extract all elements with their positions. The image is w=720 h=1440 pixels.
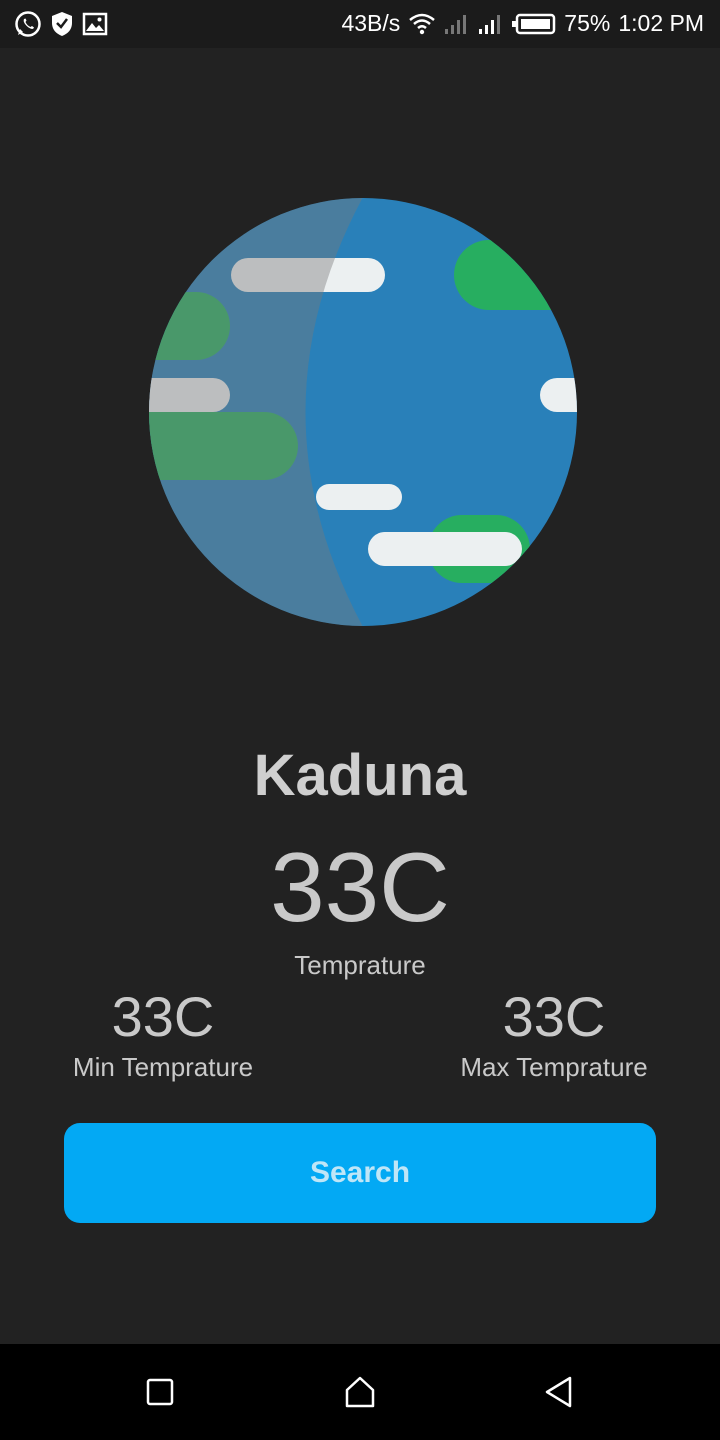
globe-illustration [148,197,578,627]
back-icon[interactable] [538,1372,578,1412]
max-temperature-value: 33C [502,985,606,1048]
signal-icon-2 [478,12,504,36]
battery-icon [512,13,556,35]
min-temperature-block: 33C Min Temprature [43,984,283,1084]
wifi-icon [408,12,436,36]
status-left-icons [14,10,108,38]
whatsapp-icon [14,10,42,38]
navigation-bar [0,1344,720,1440]
min-temperature-value: 33C [111,985,215,1048]
signal-icon-1 [444,12,470,36]
home-icon[interactable] [340,1372,380,1412]
current-temperature: 33C [270,832,450,942]
image-icon [82,11,108,37]
search-button[interactable]: Search [64,1123,656,1223]
max-temperature-block: 33C Max Temprature [434,984,674,1084]
clock: 1:02 PM [618,10,704,36]
network-speed: 43B/s [341,10,401,36]
weather-screen: 43B/s 75% 1:02 PM Kaduna 33C Temprature … [0,0,720,1440]
shield-icon [50,10,74,38]
city-name: Kaduna [253,743,467,808]
temperature-label: Temprature [294,950,426,980]
status-bar: 43B/s 75% 1:02 PM [0,0,720,48]
battery-percent: 75% [564,10,611,36]
min-temperature-label: Min Temprature [72,1052,254,1082]
max-temperature-label: Max Temprature [460,1052,648,1082]
status-right: 43B/s 75% 1:02 PM [341,10,704,37]
recents-icon[interactable] [140,1372,180,1412]
